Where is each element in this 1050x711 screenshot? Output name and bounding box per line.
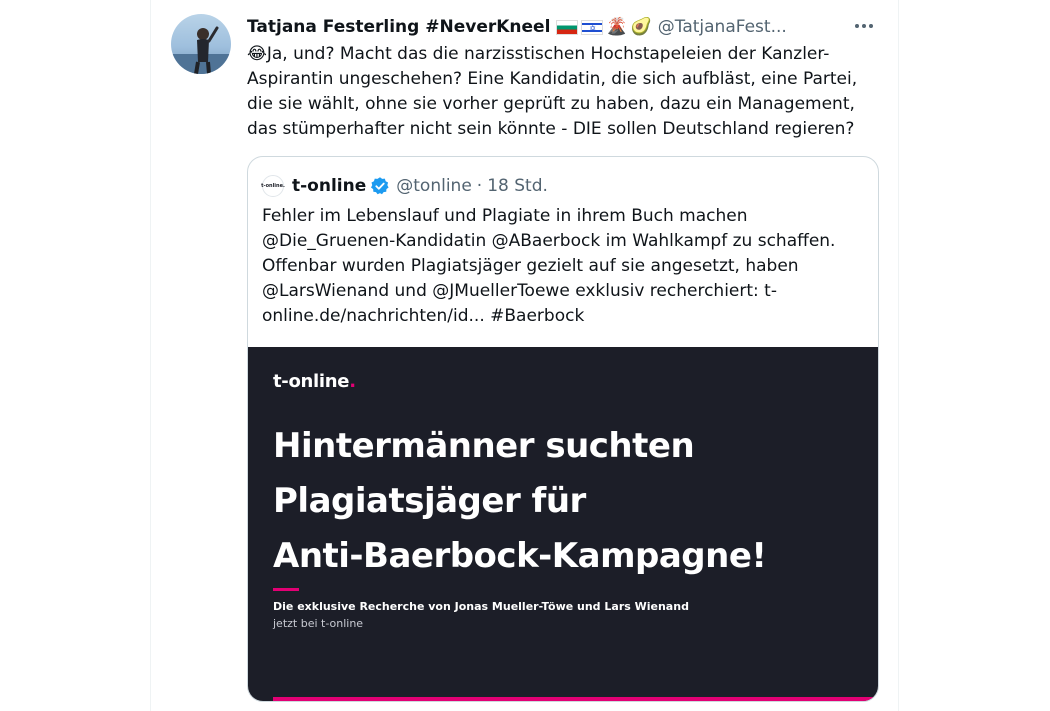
author-display-name[interactable]: Tatjana Festerling #NeverKneel — [247, 17, 550, 37]
more-options-button[interactable] — [850, 14, 878, 38]
quoted-author-handle[interactable]: @tonline — [396, 176, 472, 196]
quoted-media-image[interactable]: t-online. Hintermänner suchten Plagiatsj… — [248, 347, 878, 701]
tweet-column: Tatjana Festerling #NeverKneel ✡ 🌋 🥑 @Ta… — [150, 0, 899, 711]
avatar-photo — [171, 26, 231, 74]
author-emoji-list: ✡ 🌋 🥑 — [556, 16, 652, 37]
laughing-emoji-icon: 😂 — [247, 44, 267, 64]
tweet-header: Tatjana Festerling #NeverKneel ✡ 🌋 🥑 @Ta… — [247, 14, 887, 40]
tweet-text: Ja, und? Macht das die narzisstischen Ho… — [247, 44, 858, 139]
verified-badge-icon — [370, 176, 390, 196]
media-headline-line: Plagiatsjäger für — [273, 481, 586, 521]
media-headline-line: Hintermänner suchten — [273, 426, 695, 466]
media-subtitle: Die exklusive Recherche von Jonas Muelle… — [273, 600, 689, 613]
more-dot-icon — [869, 24, 873, 28]
bulgaria-flag-icon — [556, 19, 579, 35]
media-logo-dot: . — [349, 371, 356, 392]
avocado-icon: 🥑 — [630, 16, 652, 37]
quoted-tweet-time[interactable]: 18 Std. — [487, 176, 548, 196]
more-dot-icon — [855, 24, 859, 28]
media-brand-logo: t-online. — [273, 371, 356, 392]
quoted-tweet-header: t-online. t-online @tonline · 18 Std. — [261, 175, 548, 197]
header-separator: · — [476, 176, 483, 196]
quoted-author-name[interactable]: t-online — [292, 176, 366, 196]
volcano-icon: 🌋 — [606, 16, 628, 37]
media-accent-bar — [273, 697, 878, 701]
tweet-body: 😂Ja, und? Macht das die narzisstischen H… — [247, 42, 887, 142]
media-logo-text: t-online — [273, 371, 350, 392]
media-headline: Hintermänner suchten Plagiatsjäger für A… — [273, 419, 863, 584]
author-handle[interactable]: @TatjanaFest... — [658, 17, 787, 37]
quoted-author-avatar[interactable]: t-online. — [261, 175, 285, 197]
israel-flag-icon: ✡ — [581, 19, 604, 35]
quoted-tweet-card[interactable]: t-online. t-online @tonline · 18 Std. Fe… — [247, 156, 879, 702]
author-avatar[interactable] — [171, 14, 231, 74]
media-headline-line: Anti-Baerbock-Kampagne! — [273, 536, 767, 576]
media-cta: jetzt bei t-online — [273, 617, 364, 630]
media-accent-divider — [273, 588, 299, 591]
quoted-tweet-text: Fehler im Lebenslauf und Plagiate in ihr… — [262, 206, 836, 326]
more-dot-icon — [862, 24, 866, 28]
